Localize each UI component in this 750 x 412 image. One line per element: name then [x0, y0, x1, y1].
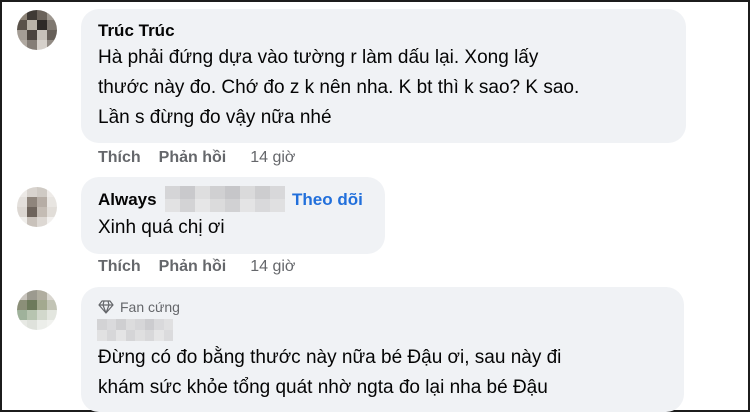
comment-text-line: thước này đo. Chớ đo z k nên nha. K bt t… — [98, 77, 580, 98]
diamond-icon — [98, 300, 114, 314]
redacted-name — [97, 319, 173, 341]
reply-button[interactable]: Phản hồi — [159, 149, 227, 167]
comment-timestamp[interactable]: 14 giờ — [250, 258, 295, 276]
like-button[interactable]: Thích — [98, 258, 141, 276]
comment-text-line: khám sức khỏe tổng quát nhờ ngta đo lại … — [98, 377, 548, 398]
comment-text-line: Đừng có đo bằng thước này nữa bé Đậu ơi,… — [98, 347, 562, 368]
reply-button[interactable]: Phản hồi — [159, 258, 227, 276]
comment-timestamp[interactable]: 14 giờ — [250, 149, 295, 167]
comment-author[interactable]: Trúc Trúc — [98, 21, 175, 41]
comment-text-line: Lần s đừng đo vậy nữa nhé — [98, 107, 332, 128]
redacted-name — [165, 186, 285, 212]
avatar[interactable] — [17, 10, 57, 50]
avatar[interactable] — [17, 187, 57, 227]
comment-actions: Thích Phản hồi 14 giờ — [98, 258, 295, 276]
like-button[interactable]: Thích — [98, 149, 141, 167]
avatar[interactable] — [17, 290, 57, 330]
comment-actions: Thích Phản hồi 14 giờ — [98, 149, 295, 167]
comment-text-line: Xinh quá chị ơi — [98, 217, 225, 238]
fan-badge-label: Fan cứng — [120, 299, 180, 315]
fan-badge[interactable]: Fan cứng — [98, 299, 180, 315]
comment-author[interactable]: Always — [98, 190, 157, 210]
follow-link[interactable]: Theo dõi — [292, 190, 363, 210]
comment-text-line: Hà phải đứng dựa vào tường r làm dấu lại… — [98, 47, 539, 68]
